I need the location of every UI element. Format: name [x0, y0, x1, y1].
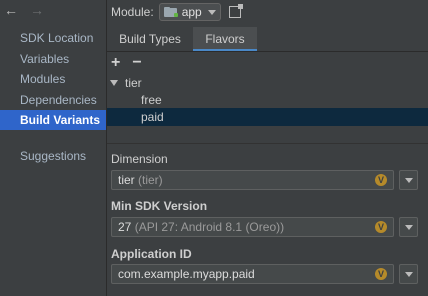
- min-sdk-label: Min SDK Version: [111, 199, 208, 213]
- module-value: app: [181, 5, 202, 19]
- chevron-down-icon: [405, 225, 413, 230]
- tree-flavor-label: paid: [141, 110, 164, 124]
- tree-item-paid[interactable]: paid: [107, 108, 428, 126]
- sidebar-item-dependencies[interactable]: Dependencies: [0, 90, 106, 110]
- application-id-dropdown-button[interactable]: [399, 264, 418, 284]
- arrow-right-icon[interactable]: →: [30, 3, 44, 17]
- min-sdk-value: 27: [118, 220, 132, 234]
- application-id-label: Application ID: [111, 247, 192, 261]
- application-id-field[interactable]: com.example.myapp.paid V: [111, 264, 394, 284]
- tree-item-dimension[interactable]: tier: [107, 74, 428, 92]
- variable-icon[interactable]: V: [375, 221, 387, 233]
- add-icon[interactable]: +: [111, 55, 120, 71]
- dimension-dropdown-button[interactable]: [399, 170, 418, 190]
- chevron-down-icon: [207, 9, 216, 15]
- sidebar-item-sdk-location[interactable]: SDK Location: [0, 28, 106, 48]
- min-sdk-dropdown-button[interactable]: [399, 217, 418, 237]
- nav-arrows: ← →: [4, 3, 44, 17]
- sidebar: ← → SDK Location Variables Modules Depen…: [0, 0, 107, 296]
- tree-flavor-label: free: [141, 93, 162, 107]
- module-row: Module: app: [111, 2, 243, 22]
- sidebar-item-variables[interactable]: Variables: [0, 49, 106, 69]
- module-select[interactable]: app: [158, 3, 221, 21]
- module-folder-icon: [163, 7, 178, 17]
- sidebar-item-build-variants[interactable]: Build Variants: [0, 110, 106, 130]
- edit-module-icon[interactable]: [228, 4, 243, 18]
- flavors-toolbar: + −: [111, 55, 142, 71]
- variable-icon[interactable]: V: [375, 268, 387, 280]
- min-sdk-hint: (API 27: Android 8.1 (Oreo)): [134, 220, 285, 234]
- dimension-hint: (tier): [138, 173, 163, 187]
- dimension-value: tier: [118, 173, 135, 187]
- tab-flavors[interactable]: Flavors: [193, 27, 257, 51]
- remove-icon[interactable]: −: [132, 55, 141, 71]
- tree-item-free[interactable]: free: [107, 91, 428, 109]
- sidebar-item-suggestions[interactable]: Suggestions: [0, 146, 106, 166]
- min-sdk-field[interactable]: 27 (API 27: Android 8.1 (Oreo)) V: [111, 217, 394, 237]
- divider: [107, 143, 428, 144]
- sidebar-item-modules[interactable]: Modules: [0, 69, 106, 89]
- main-panel: Module: app Build Types Flavors + − tier…: [107, 0, 428, 296]
- dimension-label: Dimension: [111, 152, 168, 166]
- tab-build-types[interactable]: Build Types: [107, 27, 193, 51]
- tab-bar: Build Types Flavors: [107, 27, 428, 52]
- tree-dimension-label: tier: [125, 76, 142, 90]
- expand-arrow-icon[interactable]: [110, 80, 118, 86]
- module-label: Module:: [111, 5, 154, 19]
- chevron-down-icon: [405, 272, 413, 277]
- dimension-field[interactable]: tier (tier) V: [111, 170, 394, 190]
- chevron-down-icon: [405, 178, 413, 183]
- arrow-left-icon[interactable]: ←: [4, 3, 18, 17]
- application-id-value: com.example.myapp.paid: [118, 267, 255, 281]
- variable-icon[interactable]: V: [375, 174, 387, 186]
